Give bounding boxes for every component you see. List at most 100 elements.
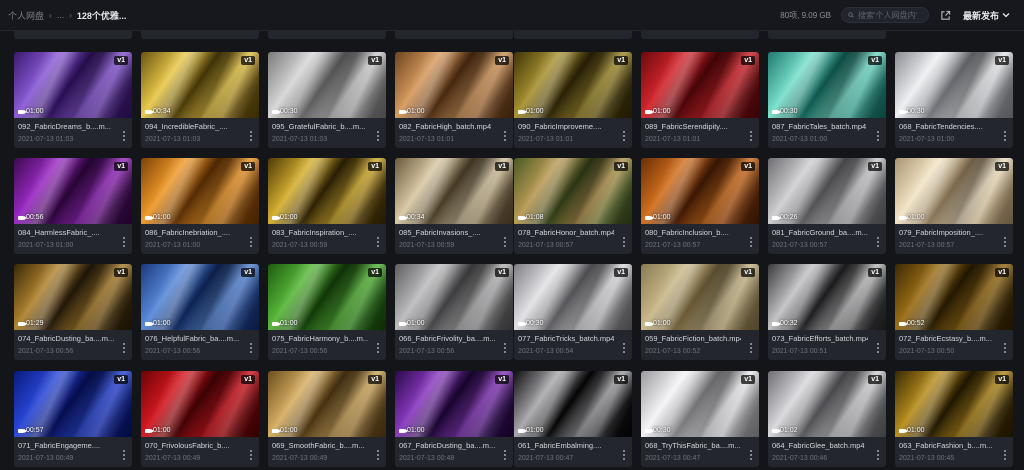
- file-card[interactable]: v1 01:00 063_FabricFashion_b....m... 2021-0…: [895, 371, 1013, 467]
- file-name[interactable]: 074_FabricDusting_ba....m...: [18, 334, 114, 343]
- video-thumbnail[interactable]: v1 01:00: [895, 158, 1013, 224]
- more-options-icon[interactable]: [621, 131, 627, 141]
- more-options-icon[interactable]: [748, 237, 754, 247]
- file-card[interactable]: v1 00:56 084_HarmlessFabric_.... 2021-07-13…: [14, 158, 132, 254]
- more-options-icon[interactable]: [621, 343, 627, 353]
- video-thumbnail[interactable]: v1 01:00: [641, 158, 759, 224]
- more-options-icon[interactable]: [375, 237, 381, 247]
- file-card[interactable]: v1 00:30 077_FabricTricks_batch.mp4 2021-07…: [514, 264, 632, 360]
- video-thumbnail[interactable]: v1 00:34: [395, 158, 513, 224]
- file-card[interactable]: v1 00:52 072_FabricEcstasy_b....m... 2021-0…: [895, 264, 1013, 360]
- file-name[interactable]: 068_FabricTendencies....: [899, 122, 995, 131]
- video-thumbnail[interactable]: v1 00:57: [14, 371, 132, 437]
- more-options-icon[interactable]: [121, 343, 127, 353]
- file-card[interactable]: v1 01:00 061_FabricEmbalming.... 2021-07-13…: [514, 371, 632, 467]
- file-card[interactable]: v1 01:29 074_FabricDusting_ba....m... 2021-…: [14, 264, 132, 360]
- file-name[interactable]: 059_FabricFiction_batch.mp4: [645, 334, 741, 343]
- file-name[interactable]: 085_FabricInvasions_....: [399, 228, 495, 237]
- file-card[interactable]: v1 00:30 095_GratefulFabric_b....m... 2021-…: [268, 52, 386, 148]
- file-card[interactable]: v1 01:00 082_FabricHigh_batch.mp4 2021-07-1…: [395, 52, 513, 148]
- more-options-icon[interactable]: [248, 237, 254, 247]
- file-card[interactable]: v1 00:57 071_FabricEngageme.... 2021-07-13 …: [14, 371, 132, 467]
- video-thumbnail[interactable]: v1 01:00: [268, 371, 386, 437]
- file-card[interactable]: v1 01:02 064_FabricGlee_batch.mp4 2021-07-1…: [768, 371, 886, 467]
- more-options-icon[interactable]: [748, 343, 754, 353]
- file-card[interactable]: v1 00:26 081_FabricGround_ba....m... 2021-0…: [768, 158, 886, 254]
- more-options-icon[interactable]: [121, 131, 127, 141]
- file-name[interactable]: 083_FabricInspiration_....: [272, 228, 368, 237]
- more-options-icon[interactable]: [1002, 450, 1008, 460]
- file-name[interactable]: 078_FabricHonor_batch.mp4: [518, 228, 614, 237]
- more-options-icon[interactable]: [375, 450, 381, 460]
- file-name[interactable]: 095_GratefulFabric_b....m...: [272, 122, 368, 131]
- file-name[interactable]: 079_FabricImposition_....: [899, 228, 995, 237]
- more-options-icon[interactable]: [621, 450, 627, 460]
- video-thumbnail[interactable]: v1 00:30: [268, 52, 386, 118]
- file-card[interactable]: v1 01:00 092_FabricDreams_b....m... 2021-07…: [14, 52, 132, 148]
- file-card[interactable]: v1 01:00 079_FabricImposition_.... 2021-07-…: [895, 158, 1013, 254]
- video-thumbnail[interactable]: v1 01:29: [14, 264, 132, 330]
- breadcrumb-root[interactable]: 个人网盘: [8, 9, 44, 22]
- file-card[interactable]: v1 00:30 068_TryThisFabric_ba....m... 2021-…: [641, 371, 759, 467]
- video-thumbnail[interactable]: v1 01:00: [268, 158, 386, 224]
- file-name[interactable]: 089_FabricSerendipity....: [645, 122, 741, 131]
- breadcrumb-ellipsis[interactable]: ...: [57, 10, 65, 20]
- more-options-icon[interactable]: [248, 131, 254, 141]
- file-name[interactable]: 076_HelpfulFabric_ba....m...: [145, 334, 241, 343]
- search-input[interactable]: [857, 10, 922, 20]
- video-thumbnail[interactable]: v1 00:52: [895, 264, 1013, 330]
- file-card[interactable]: v1 01:00 070_FrivolousFabric_b.... 2021-07-…: [141, 371, 259, 467]
- more-options-icon[interactable]: [502, 237, 508, 247]
- video-thumbnail[interactable]: v1 01:00: [395, 264, 513, 330]
- file-name[interactable]: 090_FabricImproveme....: [518, 122, 614, 131]
- file-name[interactable]: 067_FabricDusting_ba....m...: [399, 441, 495, 450]
- file-name[interactable]: 086_FabricInebriation_....: [145, 228, 241, 237]
- file-name[interactable]: 071_FabricEngageme....: [18, 441, 114, 450]
- file-card[interactable]: v1 01:00 089_FabricSerendipity.... 2021-07-…: [641, 52, 759, 148]
- more-options-icon[interactable]: [502, 131, 508, 141]
- share-button[interactable]: [939, 8, 953, 22]
- file-card[interactable]: v1 00:34 085_FabricInvasions_.... 2021-07-1…: [395, 158, 513, 254]
- video-thumbnail[interactable]: v1 01:00: [395, 371, 513, 437]
- more-options-icon[interactable]: [748, 450, 754, 460]
- video-thumbnail[interactable]: v1 01:00: [641, 52, 759, 118]
- file-card[interactable]: v1 01:00 075_FabricHarmony_b....m... 2021-0…: [268, 264, 386, 360]
- video-thumbnail[interactable]: v1 00:32: [768, 264, 886, 330]
- file-name[interactable]: 072_FabricEcstasy_b....m...: [899, 334, 995, 343]
- file-card[interactable]: v1 00:30 087_FabricTales_batch.mp4 2021-07-…: [768, 52, 886, 148]
- file-card[interactable]: v1 00:30 068_FabricTendencies.... 2021-07-1…: [895, 52, 1013, 148]
- search-box[interactable]: [840, 7, 929, 23]
- file-name[interactable]: 068_TryThisFabric_ba....m...: [645, 441, 741, 450]
- file-card[interactable]: v1 00:34 094_IncredibleFabric_.... 2021-07-…: [141, 52, 259, 148]
- file-name[interactable]: 094_IncredibleFabric_....: [145, 122, 241, 131]
- file-name[interactable]: 066_FabricFrivolity_ba....m...: [399, 334, 495, 343]
- more-options-icon[interactable]: [621, 237, 627, 247]
- file-card[interactable]: v1 01:00 059_FabricFiction_batch.mp4 2021-0…: [641, 264, 759, 360]
- file-card[interactable]: v1 01:08 078_FabricHonor_batch.mp4 2021-07-…: [514, 158, 632, 254]
- video-thumbnail[interactable]: v1 00:30: [641, 371, 759, 437]
- more-options-icon[interactable]: [875, 450, 881, 460]
- file-name[interactable]: 073_FabricEfforts_batch.mp4: [772, 334, 868, 343]
- more-options-icon[interactable]: [1002, 343, 1008, 353]
- more-options-icon[interactable]: [375, 343, 381, 353]
- more-options-icon[interactable]: [121, 450, 127, 460]
- video-thumbnail[interactable]: v1 01:02: [768, 371, 886, 437]
- video-thumbnail[interactable]: v1 01:00: [514, 52, 632, 118]
- video-thumbnail[interactable]: v1 01:00: [141, 371, 259, 437]
- file-name[interactable]: 075_FabricHarmony_b....m...: [272, 334, 368, 343]
- file-card[interactable]: v1 01:00 086_FabricInebriation_.... 2021-07…: [141, 158, 259, 254]
- file-name[interactable]: 092_FabricDreams_b....m...: [18, 122, 114, 131]
- more-options-icon[interactable]: [375, 131, 381, 141]
- file-card[interactable]: v1 01:00 076_HelpfulFabric_ba....m... 2021-…: [141, 264, 259, 360]
- more-options-icon[interactable]: [1002, 131, 1008, 141]
- file-name[interactable]: 064_FabricGlee_batch.mp4: [772, 441, 868, 450]
- file-card[interactable]: v1 01:00 090_FabricImproveme.... 2021-07-13…: [514, 52, 632, 148]
- video-thumbnail[interactable]: v1 01:08: [514, 158, 632, 224]
- more-options-icon[interactable]: [1002, 237, 1008, 247]
- file-name[interactable]: 084_HarmlessFabric_....: [18, 228, 114, 237]
- more-options-icon[interactable]: [248, 343, 254, 353]
- video-thumbnail[interactable]: v1 01:00: [14, 52, 132, 118]
- file-card[interactable]: v1 01:00 069_SmoothFabric_b....m... 2021-07…: [268, 371, 386, 467]
- video-thumbnail[interactable]: v1 01:00: [268, 264, 386, 330]
- file-name[interactable]: 069_SmoothFabric_b....m...: [272, 441, 368, 450]
